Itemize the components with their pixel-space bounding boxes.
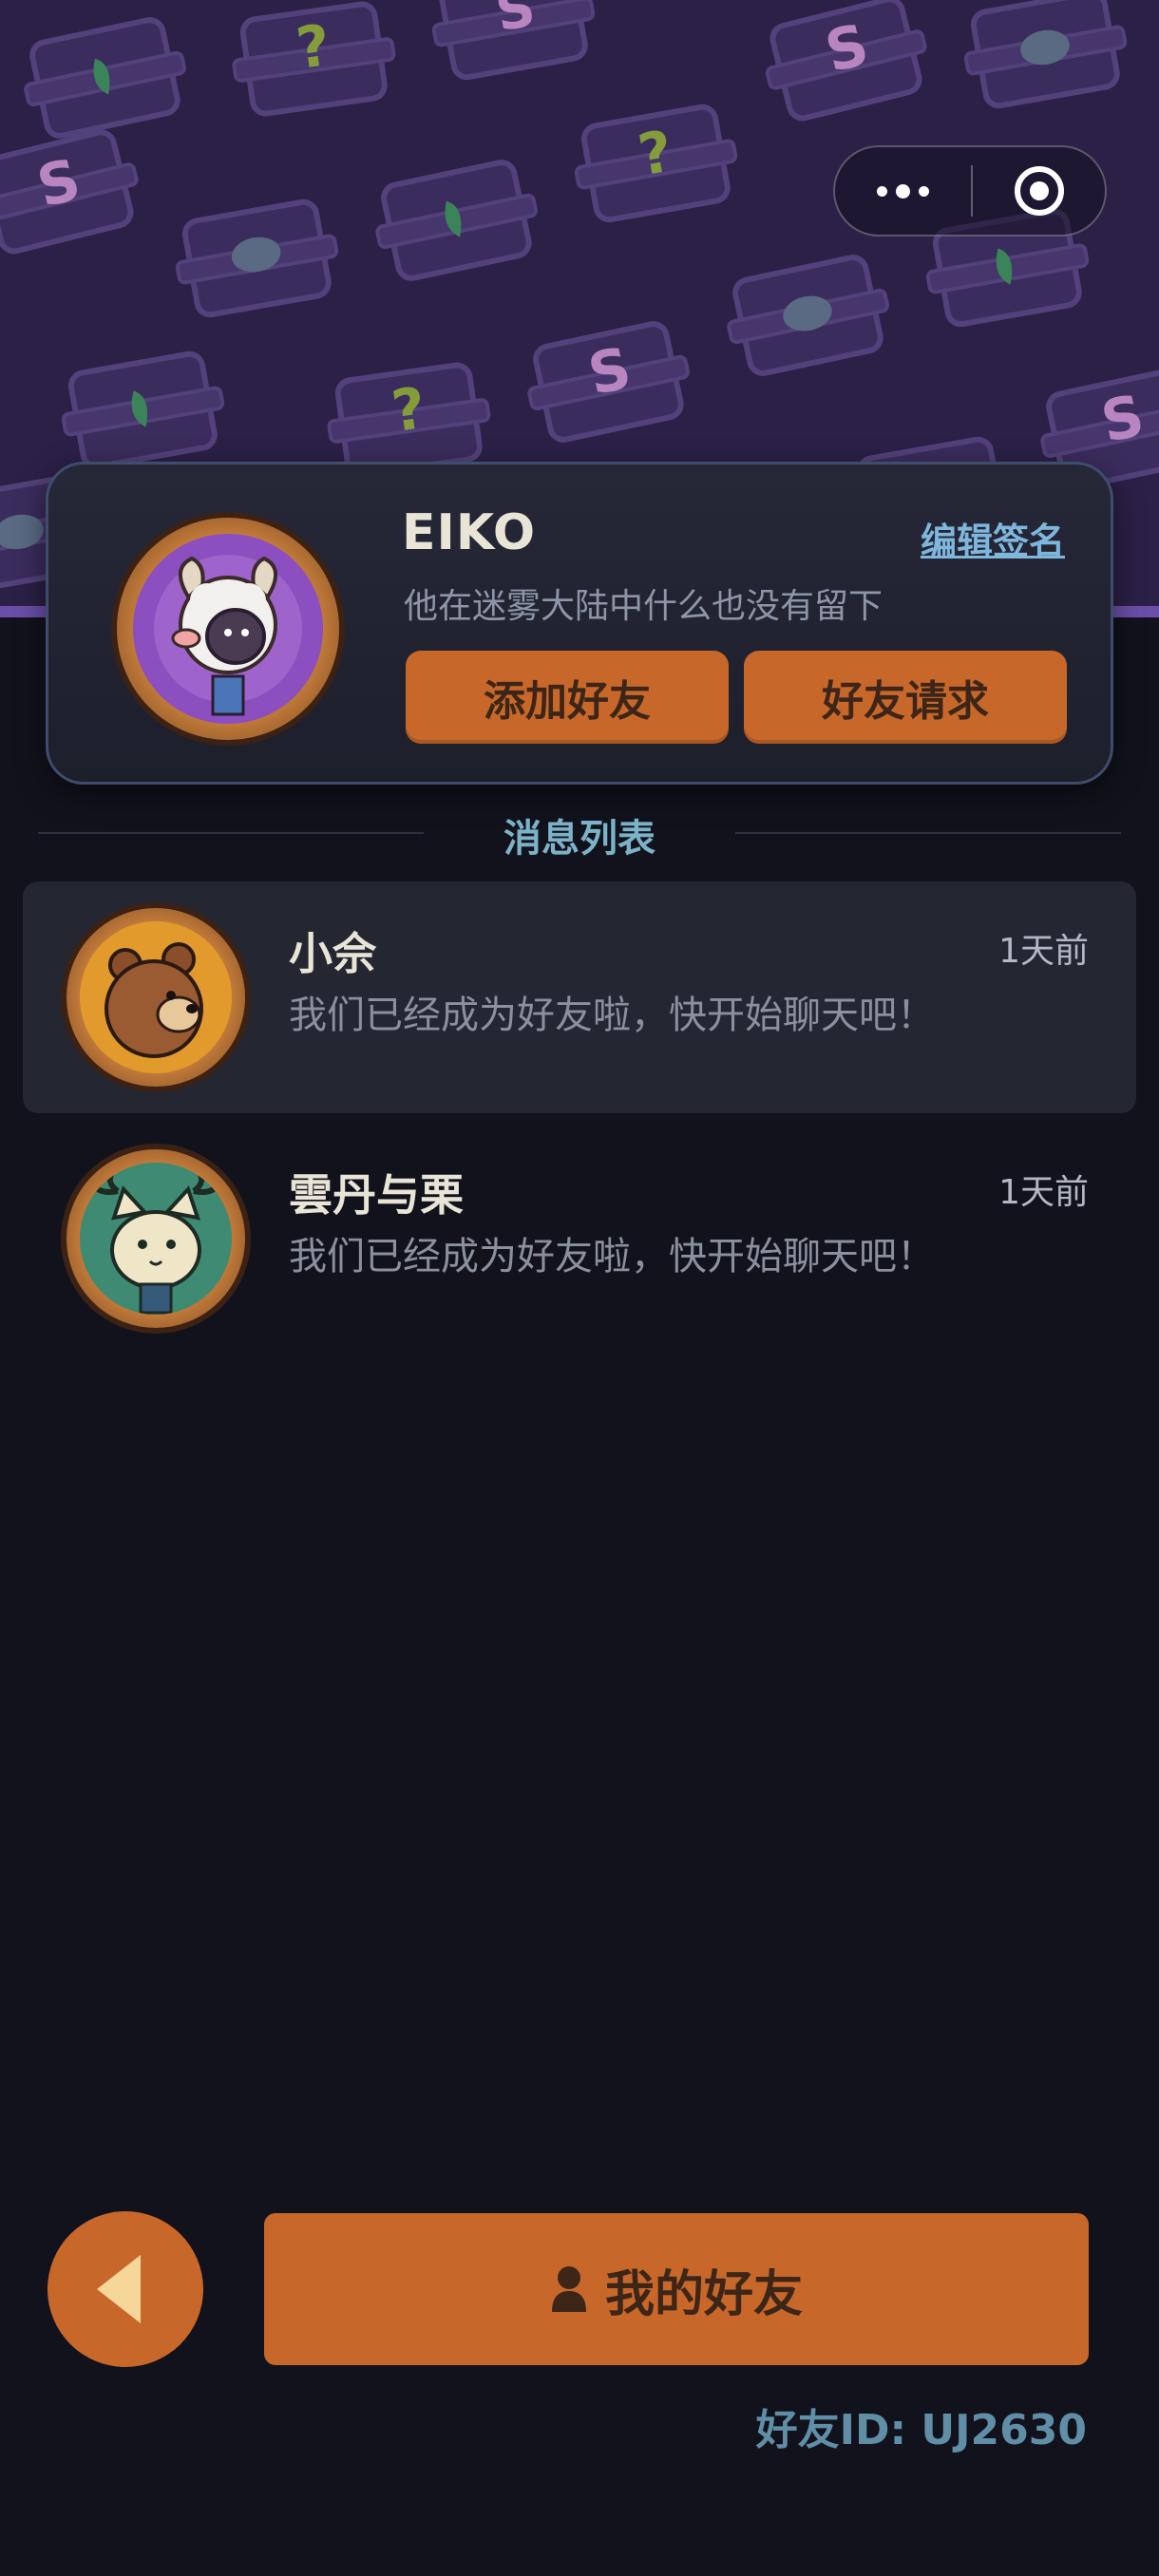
profile-card: EIKO 编辑签名 他在迷雾大陆中什么也没有留下 添加好友 好友请求	[46, 462, 1113, 785]
back-arrow-icon	[97, 2255, 141, 2323]
mini-program-capsule	[833, 145, 1107, 237]
more-dots-icon[interactable]	[835, 147, 971, 235]
friend-name: 小佘	[289, 928, 376, 979]
avatar[interactable]	[111, 512, 345, 746]
message-preview: 我们已经成为好友啦，快开始聊天吧！	[289, 1235, 935, 1279]
target-circle-icon[interactable]	[973, 147, 1105, 235]
my-friends-button[interactable]: 我的好友	[264, 2213, 1089, 2365]
divider-right	[735, 832, 1121, 834]
friends-page: ? S S S ? ? S S EIKO 编辑签名 他在迷雾大陆中什么也没有留下…	[0, 0, 1159, 2576]
profile-name: EIKO	[402, 504, 537, 561]
list-item[interactable]: 小佘 1天前 我们已经成为好友啦，快开始聊天吧！	[23, 881, 1136, 1113]
message-list-header: 消息列表	[38, 804, 1121, 861]
person-icon	[551, 2266, 586, 2312]
message-preview: 我们已经成为好友啦，快开始聊天吧！	[289, 994, 935, 1037]
message-time: 1天前	[998, 1173, 1089, 1212]
edit-signature-link[interactable]: 编辑签名	[921, 512, 1065, 564]
section-title: 消息列表	[504, 817, 656, 861]
friend-request-button[interactable]: 好友请求	[744, 651, 1067, 744]
bear-avatar-icon	[80, 921, 232, 1073]
back-button[interactable]	[48, 2211, 203, 2367]
sheep-avatar-icon	[133, 534, 323, 724]
friend-avatar	[61, 1144, 251, 1334]
friend-id: 好友ID: UJ2630	[755, 2406, 1087, 2454]
friend-name: 雲丹与栗	[289, 1169, 464, 1221]
add-friend-button[interactable]: 添加好友	[406, 651, 729, 744]
message-time: 1天前	[998, 932, 1089, 971]
profile-signature: 他在迷雾大陆中什么也没有留下	[404, 587, 884, 626]
list-item[interactable]: 雲丹与栗 1天前 我们已经成为好友啦，快开始聊天吧！	[23, 1123, 1136, 1354]
friend-avatar	[61, 902, 251, 1092]
my-friends-label: 我的好友	[604, 2265, 803, 2323]
cat-avatar-icon	[80, 1163, 232, 1315]
